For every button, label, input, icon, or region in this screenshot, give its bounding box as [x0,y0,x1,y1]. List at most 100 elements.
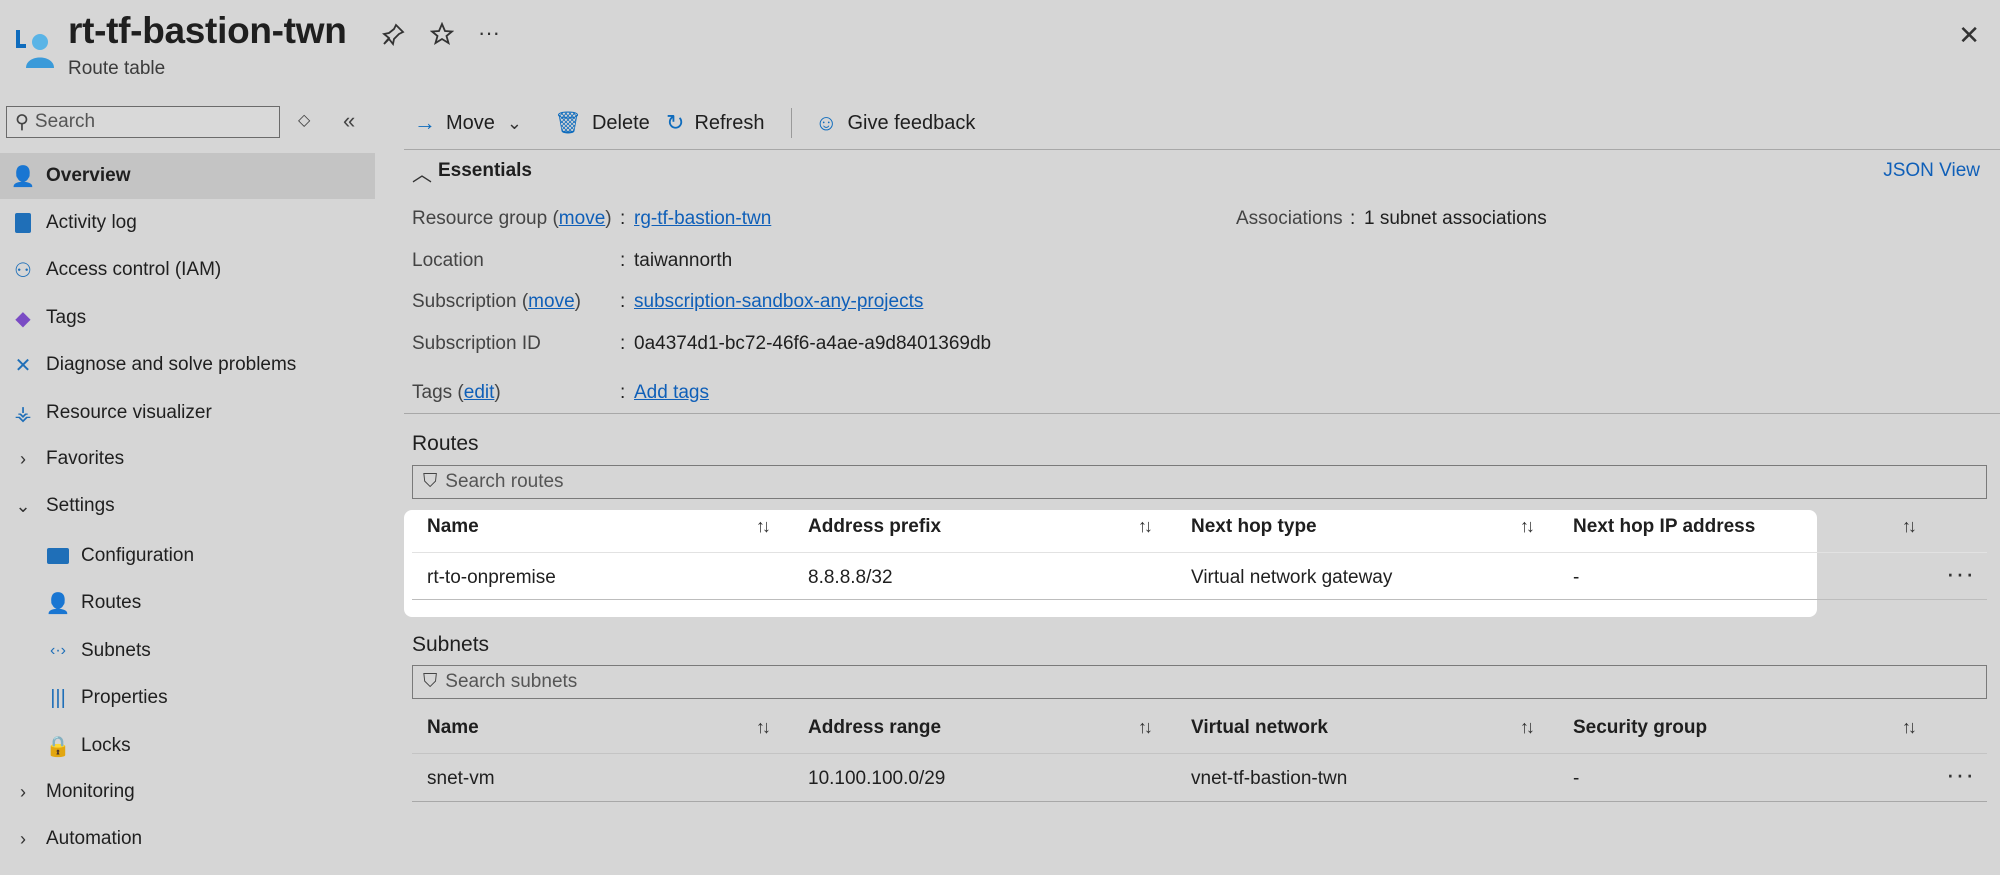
subnets-col-virtual-network[interactable]: Virtual network [1191,717,1328,739]
sidebar-item-diagnose[interactable]: ✕ Diagnose and solve problems [0,342,375,388]
sidebar-item-label: Locks [81,735,131,756]
routes-col-address-prefix[interactable]: Address prefix [808,516,941,538]
route-row-more-icon[interactable]: ··· [1946,558,1975,589]
essentials-title[interactable]: Essentials [438,160,532,182]
give-feedback-button[interactable]: ☺ Give feedback [815,108,975,138]
sidebar-item-activity-log[interactable]: Activity log [0,200,375,246]
subscription-id-value: 0a4374d1-bc72-46f6-a4ae-a9d8401369db [634,333,992,354]
sort-toggle-icon[interactable]: ◇ [298,110,310,130]
refresh-button[interactable]: ↻ Refresh [666,108,764,138]
routes-cell-next-hop-type: Virtual network gateway [1191,567,1393,588]
collapse-sidebar-icon[interactable]: « [343,108,355,134]
feedback-icon: ☺ [815,110,838,135]
sort-icon[interactable]: ↑↓ [1520,516,1535,537]
configuration-icon [45,548,71,564]
move-label: Move [446,111,495,134]
sidebar-group-favorites[interactable]: › Favorites [0,436,375,482]
sidebar-item-label: Monitoring [46,781,135,802]
move-button[interactable]: → Move ⌄ [414,108,522,138]
subscription-link[interactable]: subscription-sandbox-any-projects [634,291,923,313]
location-value: taiwannorth [634,250,733,271]
search-subnets-input[interactable]: ⛉ Search subnets [412,665,1987,699]
pin-icon[interactable] [381,22,406,52]
sidebar-item-label: Tags [46,307,87,328]
json-view-link[interactable]: JSON View [1883,160,1980,182]
sort-icon[interactable]: ↑↓ [1138,516,1153,537]
subnets-cell-virtual-network: vnet-tf-bastion-twn [1191,768,1348,789]
subnets-col-name[interactable]: Name [427,717,479,739]
tags-edit-link[interactable]: edit [464,382,495,403]
sidebar-item-iam[interactable]: ⚇ Access control (IAM) [0,247,375,293]
sidebar-item-configuration[interactable]: Configuration [0,533,375,579]
chevron-down-icon: ⌄ [506,112,522,133]
search-routes-placeholder: Search routes [445,471,564,492]
routes-cell-name[interactable]: rt-to-onpremise [427,567,556,589]
sort-icon[interactable]: ↑↓ [1138,717,1153,738]
subnets-section-title: Subnets [412,633,490,656]
chevron-right-icon: › [20,781,26,802]
delete-button[interactable]: 🗑 Delete [554,108,650,138]
chevron-down-icon: ⌄ [15,495,31,516]
sidebar-group-monitoring[interactable]: › Monitoring [0,769,375,815]
routes-col-name[interactable]: Name [427,516,479,538]
resource-icon [14,26,54,70]
sort-icon[interactable]: ↑↓ [756,516,771,537]
resource-group-link[interactable]: rg-tf-bastion-twn [634,208,771,230]
page-subtitle: Route table [68,58,166,79]
sort-icon[interactable]: ↑↓ [756,717,771,738]
sidebar-item-label: Resource visualizer [46,402,212,423]
subnets-row-divider [412,801,1987,802]
sidebar-item-properties[interactable]: ||| Properties [0,675,375,721]
subscription-colon: : [620,291,626,312]
routes-col-next-hop-ip[interactable]: Next hop IP address [1573,516,1755,538]
add-tags-link[interactable]: Add tags [634,382,709,404]
sidebar-item-resource-visualizer[interactable]: ⚶ Resource visualizer [0,390,375,436]
location-colon: : [620,250,626,271]
sidebar-item-label: Automation [46,828,143,849]
trash-icon: 🗑 [554,110,582,135]
subnets-col-security-group[interactable]: Security group [1573,717,1707,739]
sidebar-item-label: Access control (IAM) [46,259,222,280]
associations-value: 1 subnet associations [1364,208,1547,229]
toolbar-divider [791,108,792,138]
activity-log-icon [10,213,36,233]
feedback-label: Give feedback [847,111,976,134]
subnet-row-more-icon[interactable]: ··· [1946,759,1975,790]
routes-header-divider [412,552,1987,553]
subnets-icon: ‹·› [50,642,66,659]
sort-icon[interactable]: ↑↓ [1902,516,1917,537]
subscription-move-link[interactable]: move [528,291,574,312]
tags-label: Tags (edit) [412,382,501,403]
close-icon[interactable]: ✕ [1958,20,1980,51]
essentials-toggle-icon[interactable]: ︿ [412,158,432,187]
star-icon[interactable] [429,21,455,52]
wrench-icon: ✕ [14,354,32,377]
sidebar-group-automation[interactable]: › Automation [0,816,375,862]
more-options-icon[interactable]: ··· [478,20,500,46]
subnets-cell-name[interactable]: snet-vm [427,768,495,790]
sort-icon[interactable]: ↑↓ [1902,717,1917,738]
sidebar-group-settings[interactable]: ⌄ Settings [0,483,375,529]
resource-group-move-link[interactable]: move [559,208,605,229]
routes-cell-next-hop-ip: - [1573,567,1580,588]
sidebar-item-tags[interactable]: ◆ Tags [0,295,375,341]
subnets-cell-address-range: 10.100.100.0/29 [808,768,946,789]
iam-icon: ⚇ [14,259,32,282]
overview-icon: 👤 [10,165,36,188]
sidebar-item-subnets[interactable]: ‹·› Subnets [0,628,375,674]
sort-icon[interactable]: ↑↓ [1520,717,1535,738]
search-routes-input[interactable]: ⛉ Search routes [412,465,1987,499]
sidebar-search-input[interactable]: ⚲ Search [6,106,280,138]
page-title: rt-tf-bastion-twn [68,10,347,51]
sidebar-item-label: Overview [46,165,131,186]
sidebar-item-overview[interactable]: 👤 Overview [0,153,375,199]
routes-col-next-hop-type[interactable]: Next hop type [1191,516,1317,538]
subnets-col-address-range[interactable]: Address range [808,717,941,739]
location-label: Location [412,250,484,271]
subscription-id-colon: : [620,333,626,354]
sidebar-item-label: Configuration [81,545,195,566]
routes-icon: 👤 [45,592,71,615]
sidebar-item-locks[interactable]: 🔒 Locks [0,723,375,769]
search-subnets-placeholder: Search subnets [445,671,578,692]
sidebar-item-routes[interactable]: 👤 Routes [0,580,375,626]
